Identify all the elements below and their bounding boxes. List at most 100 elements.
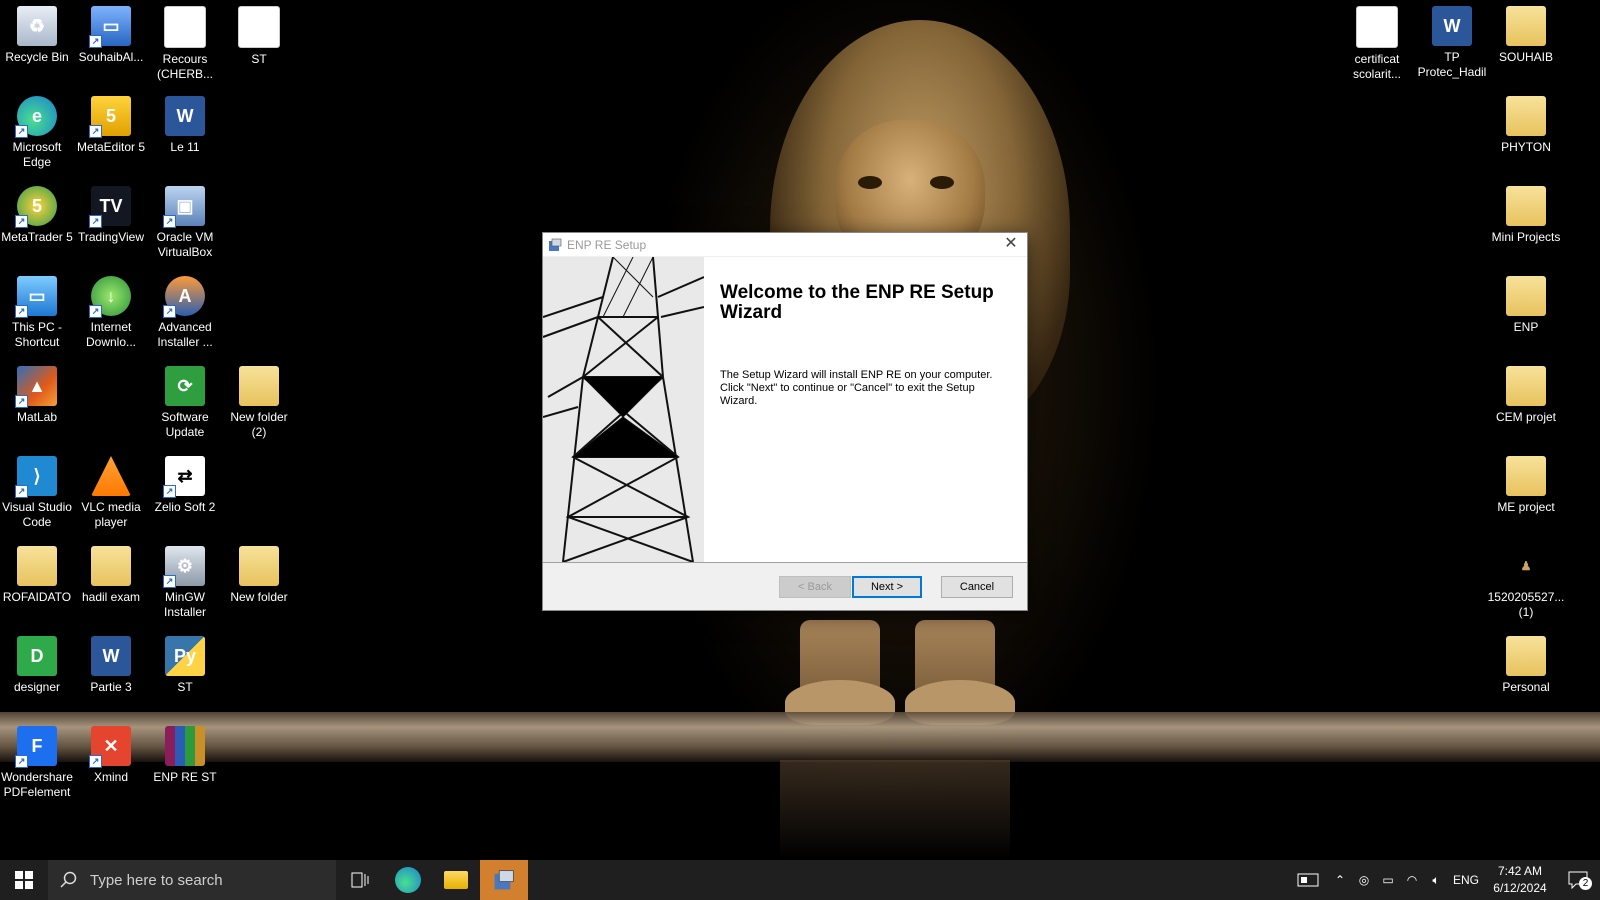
wifi-icon[interactable]: ◠ <box>1400 873 1424 887</box>
desktop-icon[interactable]: ROFAIDATO <box>0 546 74 605</box>
folder-icon <box>444 871 468 889</box>
desktop-icon[interactable]: ⇄ ↗ Zelio Soft 2 <box>148 456 222 515</box>
desktop-icon[interactable]: SOUHAIB <box>1489 6 1563 65</box>
webcam-icon[interactable]: ◎ <box>1352 873 1376 887</box>
desktop-icon[interactable]: VLC media player <box>74 456 148 530</box>
tradingview-icon: TV ↗ <box>89 186 131 228</box>
search-box[interactable]: Type here to search <box>48 860 336 900</box>
folder-icon <box>239 546 279 586</box>
installer-icon <box>494 870 514 890</box>
word-icon: W <box>165 96 205 136</box>
desktop-icon[interactable]: ENP <box>1489 276 1563 335</box>
taskbar-edge[interactable] <box>384 860 432 900</box>
virtualbox-icon: ▣ ↗ <box>163 186 205 228</box>
dialog-titlebar[interactable]: ENP RE Setup ✕ <box>543 233 1027 256</box>
desktop-icon[interactable]: Mini Projects <box>1489 186 1563 245</box>
desktop-icon[interactable]: W Partie 3 <box>74 636 148 695</box>
chevron-up-icon[interactable]: ⌃ <box>1328 873 1352 887</box>
desktop-icon[interactable]: ENP RE ST <box>148 726 222 785</box>
next-button[interactable]: Next > <box>852 576 922 598</box>
desktop-icon[interactable]: certificat scolarit... <box>1340 6 1414 82</box>
desktop-icon[interactable]: Personal <box>1489 636 1563 695</box>
welcome-heading: Welcome to the ENP RE Setup Wizard <box>720 282 994 323</box>
desktop-icon[interactable]: New folder <box>222 546 296 605</box>
image-file-icon: ♟ <box>1506 546 1546 586</box>
desktop-icon[interactable]: ▭ ↗ SouhaibAl... <box>74 6 148 65</box>
desktop-icon[interactable]: W Le 11 <box>148 96 222 155</box>
metaeditor-icon: 5 ↗ <box>89 96 131 138</box>
wallpaper-reflection <box>780 760 1010 860</box>
document-icon <box>1356 6 1398 48</box>
desktop-icon[interactable]: ♻ Recycle Bin <box>0 6 74 65</box>
desktop-icon[interactable]: A ↗ Advanced Installer ... <box>148 276 222 350</box>
recycle-bin-icon: ♻ <box>17 6 57 46</box>
desktop-icon[interactable]: ME project <box>1489 456 1563 515</box>
desktop-icon[interactable]: CEM projet <box>1489 366 1563 425</box>
xmind-icon: ✕ ↗ <box>89 726 131 768</box>
desktop-icon[interactable]: PHYTON <box>1489 96 1563 155</box>
welcome-description: The Setup Wizard will install ENP RE on … <box>720 369 993 407</box>
desktop-icon[interactable]: Py ST <box>148 636 222 695</box>
desktop-icon[interactable]: New folder (2) <box>222 366 296 440</box>
desktop-icon[interactable]: ▲ ↗ MatLab <box>0 366 74 425</box>
advanced-installer-icon: A ↗ <box>163 276 205 318</box>
desktop-icon[interactable]: ST <box>222 6 296 67</box>
taskbar: Type here to search ⌃ ◎ ▭ ◠ 🔈︎ ENG 7:42 … <box>0 860 1600 900</box>
desktop-icon[interactable]: 5 ↗ MetaTrader 5 <box>0 186 74 245</box>
battery-icon[interactable]: ▭ <box>1376 873 1400 887</box>
news-icon <box>1297 873 1319 887</box>
folder-icon <box>1506 276 1546 316</box>
edge-icon: e ↗ <box>15 96 57 138</box>
search-icon <box>60 871 77 888</box>
start-button[interactable] <box>0 860 48 900</box>
pdfelement-icon: F ↗ <box>15 726 57 768</box>
desktop-icon[interactable]: ⟳ Software Update <box>148 366 222 440</box>
desktop-icon[interactable]: ♟ 1520205527... (1) <box>1488 546 1564 620</box>
desktop-icon[interactable]: W TP Protec_Hadil <box>1415 6 1489 80</box>
notification-badge: 2 <box>1579 877 1592 890</box>
folder-icon <box>91 546 131 586</box>
folder-icon <box>1506 366 1546 406</box>
desktop-icon[interactable]: ↓ ↗ Internet Downlo... <box>74 276 148 350</box>
edge-icon <box>395 867 421 893</box>
desktop-icon[interactable]: D designer <box>0 636 74 695</box>
vscode-icon: ⟩ ↗ <box>15 456 57 498</box>
pylon-banner-image <box>543 257 704 562</box>
idm-icon: ↓ ↗ <box>89 276 131 318</box>
folder-icon <box>1506 96 1546 136</box>
language-indicator[interactable]: ENG <box>1448 873 1484 887</box>
desktop-icon[interactable]: Recours (CHERB... <box>148 6 222 82</box>
vlc-icon <box>91 456 131 496</box>
taskbar-installer[interactable] <box>480 860 528 900</box>
volume-icon[interactable]: 🔈︎ <box>1424 873 1448 888</box>
desktop-icon[interactable]: ⟩ ↗ Visual Studio Code <box>0 456 74 530</box>
desktop-icon[interactable]: ✕ ↗ Xmind <box>74 726 148 785</box>
close-button[interactable]: ✕ <box>1003 236 1019 252</box>
taskbar-file-explorer[interactable] <box>432 860 480 900</box>
desktop-icon[interactable]: ⚙ ↗ MinGW Installer <box>148 546 222 620</box>
desktop-icon[interactable]: hadil exam <box>74 546 148 605</box>
metatrader-icon: 5 ↗ <box>15 186 57 228</box>
desktop-icon[interactable]: e ↗ Microsoft Edge <box>0 96 74 170</box>
cancel-button[interactable]: Cancel <box>941 576 1013 598</box>
back-button[interactable]: < Back <box>779 576 851 598</box>
dialog-title: ENP RE Setup <box>567 237 647 252</box>
task-view-button[interactable] <box>336 860 384 900</box>
mingw-icon: ⚙ ↗ <box>163 546 205 588</box>
wallpaper-ledge <box>0 712 1600 762</box>
desktop-icon[interactable]: F ↗ Wondershare PDFelement <box>0 726 74 800</box>
folder-icon <box>17 546 57 586</box>
winrar-icon <box>165 726 205 766</box>
python-icon: Py <box>165 636 205 676</box>
desktop-icon[interactable]: ▣ ↗ Oracle VM VirtualBox <box>148 186 222 260</box>
document-icon <box>238 6 280 48</box>
desktop-icon[interactable]: TV ↗ TradingView <box>74 186 148 245</box>
desktop-icon[interactable]: 5 ↗ MetaEditor 5 <box>74 96 148 155</box>
setup-dialog: ENP RE Setup ✕ Welcome to the ENP RE Set… <box>542 232 1028 611</box>
notifications-button[interactable]: 2 <box>1556 871 1600 890</box>
installer-icon <box>549 238 562 251</box>
clock[interactable]: 7:42 AM 6/12/2024 <box>1484 863 1556 897</box>
designer-icon: D <box>17 636 57 676</box>
desktop-icon[interactable]: ▭ ↗ This PC - Shortcut <box>0 276 74 350</box>
news-button[interactable] <box>1288 873 1328 887</box>
